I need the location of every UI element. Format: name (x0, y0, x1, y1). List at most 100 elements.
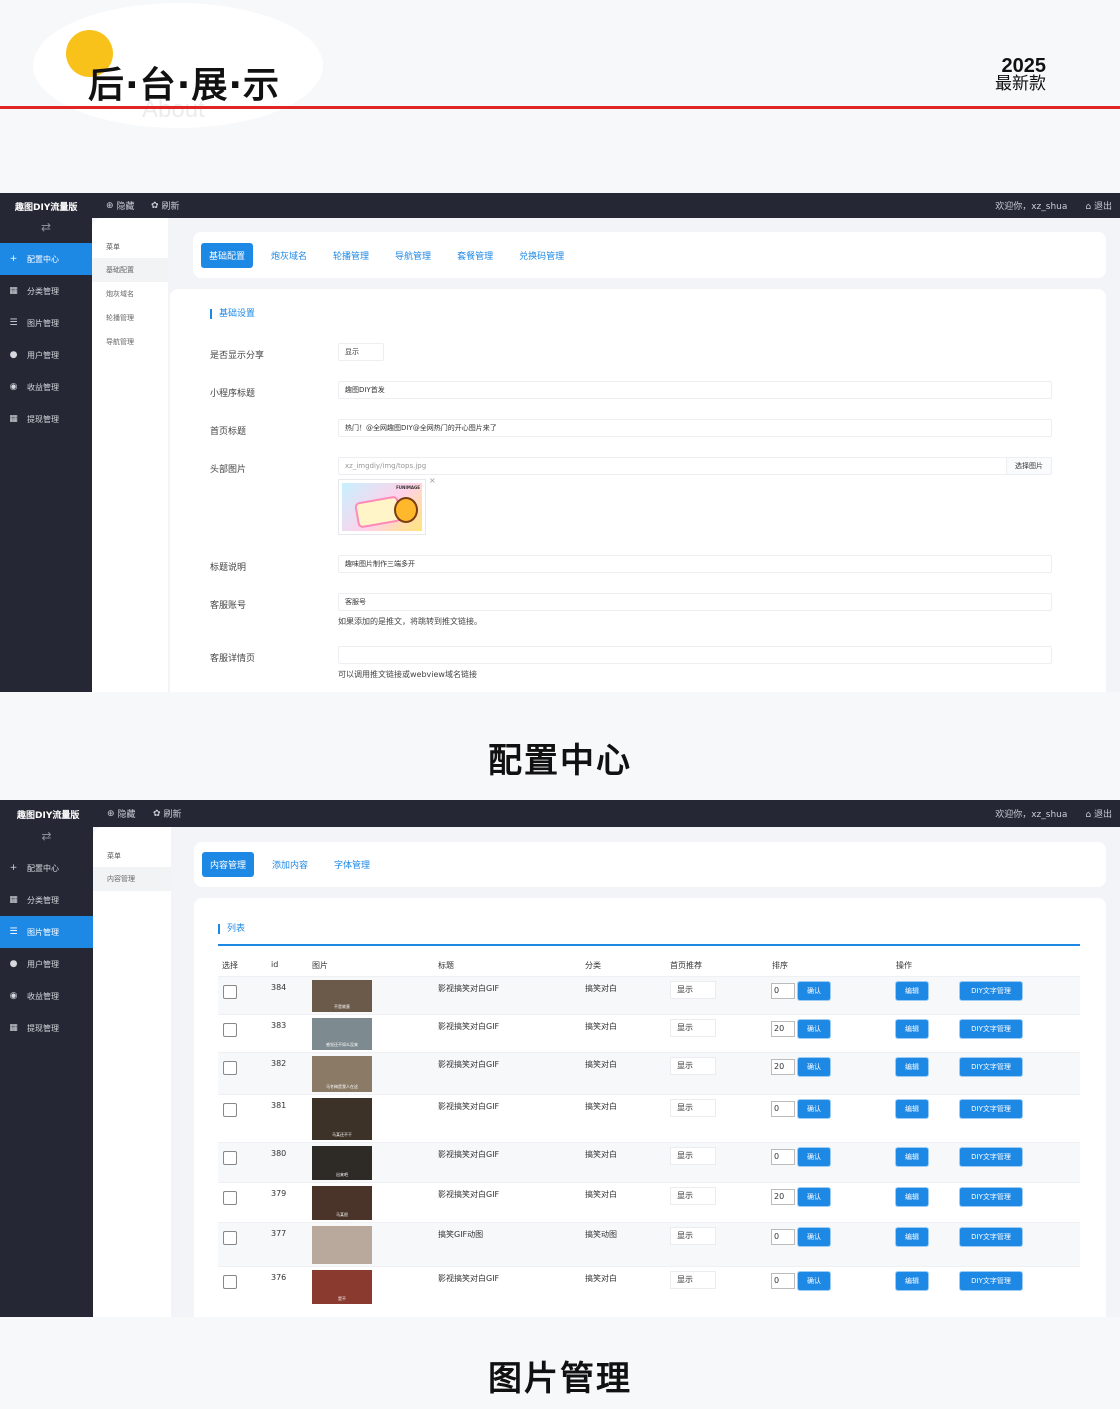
confirm-button[interactable]: 确认 (798, 1100, 830, 1118)
tab[interactable]: 兑换码管理 (511, 243, 572, 268)
sidebar-item[interactable]: ☰ 图片管理 (0, 307, 92, 339)
admin-brand: 趣图DIY流量版 (17, 811, 80, 821)
sidebar-item[interactable]: ● 用户管理 (0, 339, 92, 371)
diy-text-button[interactable]: DIY文字管理 (960, 1058, 1022, 1076)
sidebar-toggle-icon[interactable]: ⇄ (0, 218, 92, 243)
row-recommend-select[interactable]: 显示 (670, 1099, 716, 1117)
sidebar-item[interactable]: ☰ 图片管理 (0, 916, 93, 948)
row-checkbox[interactable] (223, 1023, 237, 1037)
edit-button[interactable]: 编辑 (896, 1058, 928, 1076)
row-checkbox[interactable] (223, 1103, 237, 1117)
home-title-input[interactable]: 热门！@全网趣图DIY@全网热门的开心图片来了 (338, 419, 1052, 437)
hide-button[interactable]: ⊕ 隐藏 (107, 807, 136, 821)
diy-text-button[interactable]: DIY文字管理 (960, 1228, 1022, 1246)
sidebar-item[interactable]: ◉ 收益管理 (0, 980, 93, 1012)
edit-button[interactable]: 编辑 (896, 1100, 928, 1118)
confirm-button[interactable]: 确认 (798, 1020, 830, 1038)
edit-button[interactable]: 编辑 (896, 1148, 928, 1166)
confirm-button[interactable]: 确认 (798, 1148, 830, 1166)
row-sort-input[interactable]: 0 (771, 1273, 795, 1289)
sidebar-item[interactable]: ▦ 分类管理 (0, 275, 92, 307)
tab[interactable]: 导航管理 (387, 243, 439, 268)
thumbnail-mascot-shape (394, 497, 418, 523)
detail-input[interactable] (338, 646, 1052, 664)
submenu-item[interactable]: 导航管理 (92, 330, 168, 354)
sidebar-item[interactable]: ▦ 提现管理 (0, 403, 92, 435)
row-checkbox[interactable] (223, 1151, 237, 1165)
submenu-item[interactable]: 基础配置 (92, 258, 168, 282)
hide-button[interactable]: ⊕ 隐藏 (106, 199, 135, 213)
logout-button[interactable]: ⌂ 退出 (1085, 199, 1112, 212)
sidebar-item[interactable]: + 配置中心 (0, 243, 92, 275)
row-category: 搞笑对白 (585, 1022, 617, 1031)
row-sort-input[interactable]: 0 (771, 1229, 795, 1245)
sidebar-item[interactable]: ▦ 提现管理 (0, 1012, 93, 1044)
row-id: 377 (271, 1229, 287, 1238)
sidebar-item[interactable]: ● 用户管理 (0, 948, 93, 980)
diy-text-button[interactable]: DIY文字管理 (960, 1148, 1022, 1166)
row-sort-input[interactable]: 0 (771, 1149, 795, 1165)
row-checkbox[interactable] (223, 1275, 237, 1289)
confirm-button[interactable]: 确认 (798, 1272, 830, 1290)
refresh-button[interactable]: ✿ 刷新 (151, 199, 180, 213)
row-recommend-select[interactable]: 显示 (670, 1019, 716, 1037)
confirm-button[interactable]: 确认 (798, 1058, 830, 1076)
sidebar-item[interactable]: ▦ 分类管理 (0, 884, 93, 916)
sidebar-item[interactable]: ◉ 收益管理 (0, 371, 92, 403)
diy-text-button[interactable]: DIY文字管理 (960, 1272, 1022, 1290)
row-checkbox[interactable] (223, 1231, 237, 1245)
tab[interactable]: 字体管理 (326, 852, 378, 877)
tab[interactable]: 基础配置 (201, 242, 254, 268)
edit-button[interactable]: 编辑 (896, 1272, 928, 1290)
mp-title-input[interactable]: 趣图DIY首发 (338, 381, 1052, 399)
tab[interactable]: 内容管理 (202, 852, 255, 877)
pick-image-button[interactable]: 选择图片 (1006, 458, 1051, 474)
diy-text-button[interactable]: DIY文字管理 (960, 982, 1022, 1000)
sidebar-item[interactable]: + 配置中心 (0, 852, 93, 884)
logout-button[interactable]: ⌂ 退出 (1085, 807, 1112, 820)
submenu-item[interactable]: 轮播管理 (92, 306, 168, 330)
row-sort-input[interactable]: 20 (771, 1021, 795, 1037)
row-recommend-select[interactable]: 显示 (670, 1057, 716, 1075)
share-select[interactable]: 显示 (338, 343, 384, 361)
thumbnail-caption: 马冬梅是我人在这 (326, 1084, 358, 1089)
close-icon[interactable]: × (429, 476, 436, 485)
submenu-item[interactable]: 炮灰域名 (92, 282, 168, 306)
row-sort-input[interactable]: 20 (771, 1189, 795, 1205)
confirm-button[interactable]: 确认 (798, 982, 830, 1000)
edit-button[interactable]: 编辑 (896, 1228, 928, 1246)
row-checkbox[interactable] (223, 985, 237, 999)
row-checkbox[interactable] (223, 1061, 237, 1075)
row-sort-input[interactable]: 0 (771, 983, 795, 999)
tab[interactable]: 套餐管理 (449, 243, 501, 268)
row-sort-input[interactable]: 0 (771, 1101, 795, 1117)
edit-button[interactable]: 编辑 (896, 982, 928, 1000)
row-recommend-select[interactable]: 显示 (670, 1187, 716, 1205)
diy-text-button[interactable]: DIY文字管理 (960, 1100, 1022, 1118)
refresh-button[interactable]: ✿ 刷新 (153, 807, 182, 821)
row-thumbnail: 马某很 (312, 1186, 372, 1220)
sidebar-toggle-icon[interactable]: ⇄ (0, 827, 93, 852)
diy-text-button[interactable]: DIY文字管理 (960, 1020, 1022, 1038)
desc-input[interactable]: 趣味图片制作三端多开 (338, 555, 1052, 573)
diy-text-button[interactable]: DIY文字管理 (960, 1188, 1022, 1206)
header-image-path-input[interactable]: xz_imgdiy/img/tops.jpg 选择图片 (338, 457, 1052, 475)
tab[interactable]: 炮灰域名 (263, 243, 315, 268)
confirm-button[interactable]: 确认 (798, 1228, 830, 1246)
tab[interactable]: 添加内容 (264, 852, 316, 877)
confirm-button[interactable]: 确认 (798, 1188, 830, 1206)
row-checkbox[interactable] (223, 1191, 237, 1205)
row-sort-input[interactable]: 20 (771, 1059, 795, 1075)
edit-button[interactable]: 编辑 (896, 1020, 928, 1038)
row-recommend-select[interactable]: 显示 (670, 1147, 716, 1165)
row-recommend-select[interactable]: 显示 (670, 1271, 716, 1289)
config-form-panel: 基础设置 是否显示分享 显示 小程序标题 趣图DIY首发 首页标题 热门！@全网… (170, 289, 1106, 692)
tab[interactable]: 轮播管理 (325, 243, 377, 268)
submenu-item[interactable]: 内容管理 (93, 867, 171, 891)
sidebar-icon: ▦ (9, 1023, 18, 1033)
service-label: 客服账号 (210, 601, 247, 611)
row-recommend-select[interactable]: 显示 (670, 1227, 716, 1245)
service-input[interactable]: 客服号 (338, 593, 1052, 611)
edit-button[interactable]: 编辑 (896, 1188, 928, 1206)
row-recommend-select[interactable]: 显示 (670, 981, 716, 999)
